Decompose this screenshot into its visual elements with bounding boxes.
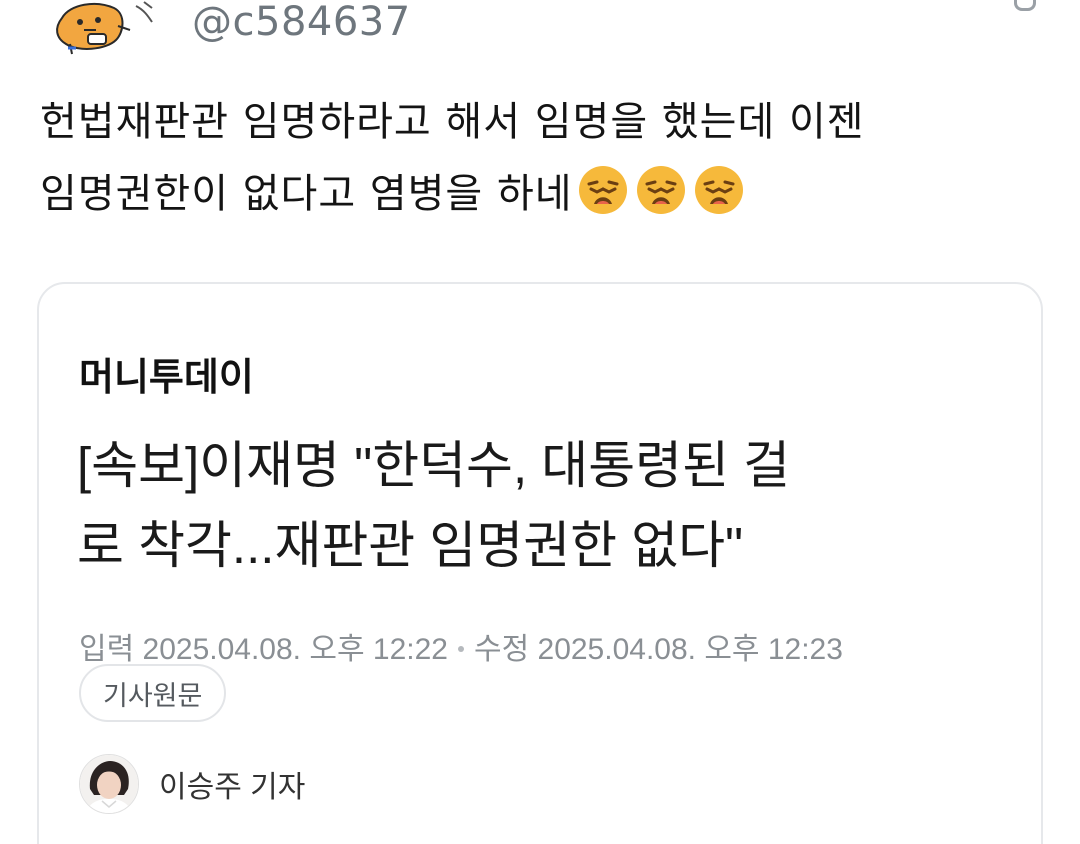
tweet-text-line: 헌법재판관 임명하라고 해서 임명을 했는데 이젠 bbox=[40, 99, 865, 145]
weary-face-emoji-icon bbox=[578, 166, 627, 214]
modified-time: 수정 2025.04.08. 오후 12:23 bbox=[473, 633, 843, 666]
more-options-icon[interactable] bbox=[1014, 0, 1036, 11]
original-article-button[interactable]: 기사원문 bbox=[79, 664, 227, 722]
tweet-screenshot: @c584637 헌법재판관 임명하라고 해서 임명을 했는데 이젠 임명권한이… bbox=[0, 0, 1080, 844]
tweet-header: @c584637 bbox=[40, 0, 411, 56]
emoji-group bbox=[577, 164, 751, 216]
tweet-text-line: 임명권한이 없다고 염병을 하네 bbox=[40, 171, 573, 217]
tweet-text-line-2: 임명권한이 없다고 염병을 하네 bbox=[40, 158, 1050, 230]
published-time: 입력 2025.04.08. 오후 12:22 bbox=[79, 633, 448, 666]
weary-face-emoji-icon bbox=[694, 166, 743, 214]
reporter-name[interactable]: 이승주 기자 bbox=[159, 762, 305, 806]
tweet-body: 헌법재판관 임명하라고 해서 임명을 했는데 이젠 임명권한이 없다고 염병을 … bbox=[40, 86, 1050, 230]
weary-face-emoji-icon bbox=[636, 166, 685, 214]
reporter-avatar[interactable] bbox=[79, 754, 139, 814]
headline-line: [속보]이재명 "한덕수, 대통령된 걸 bbox=[77, 437, 791, 494]
publisher-name: 머니투데이 bbox=[79, 355, 254, 399]
reporter-info[interactable]: 이승주 기자 bbox=[79, 754, 305, 814]
profile-avatar[interactable] bbox=[40, 0, 160, 56]
user-handle[interactable]: @c584637 bbox=[192, 0, 411, 45]
article-headline[interactable]: [속보]이재명 "한덕수, 대통령된 걸 로 착각...재판관 임명권한 없다" bbox=[77, 426, 1007, 586]
headline-line: 로 착각...재판관 임명권한 없다" bbox=[77, 517, 744, 574]
article-card[interactable]: 머니투데이 [속보]이재명 "한덕수, 대통령된 걸 로 착각...재판관 임명… bbox=[37, 282, 1043, 844]
article-timestamps: 입력 2025.04.08. 오후 12:22 수정 2025.04.08. 오후… bbox=[79, 624, 843, 668]
separator-dot bbox=[457, 646, 464, 653]
